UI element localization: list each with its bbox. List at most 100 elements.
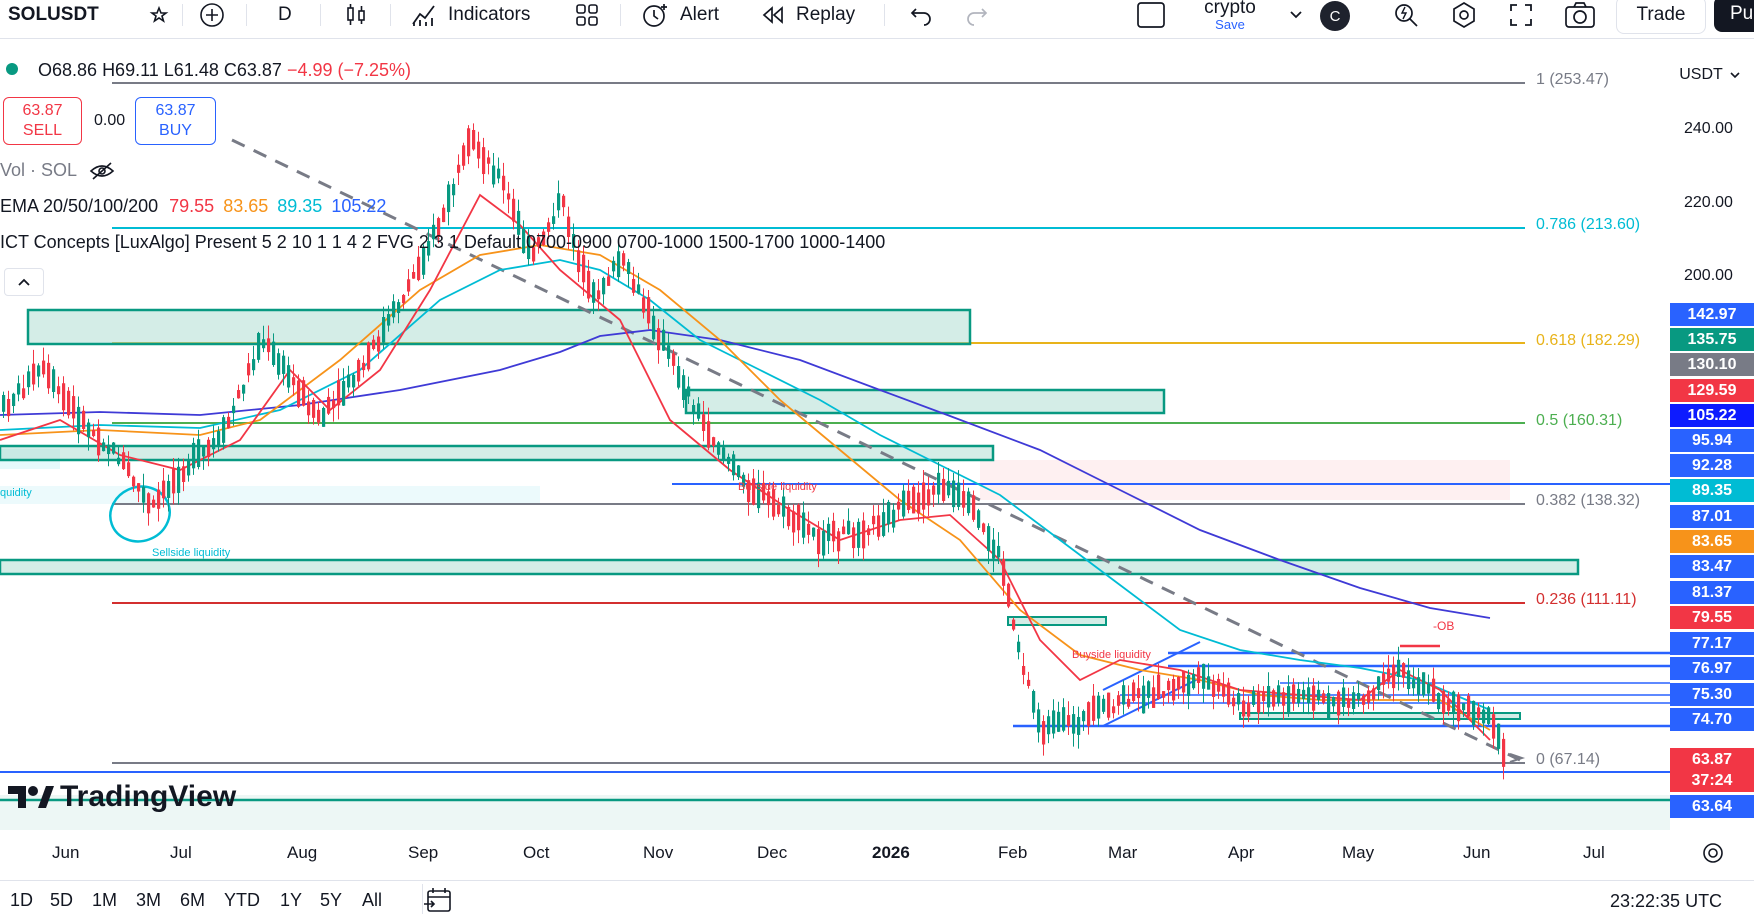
candle-body: [1422, 672, 1426, 696]
order-block-box: [1007, 616, 1107, 626]
replay-button[interactable]: Replay: [760, 0, 855, 30]
goto-date-icon[interactable]: [422, 886, 456, 921]
candle-body: [472, 129, 476, 150]
indicators-button[interactable]: Indicators: [410, 0, 530, 30]
candle-body: [587, 270, 591, 299]
ob-label: -OB: [1433, 619, 1454, 633]
range-button[interactable]: 1D: [10, 890, 33, 911]
candle-body: [1062, 707, 1066, 731]
alert-button[interactable]: Alert: [640, 0, 719, 30]
candle-body: [467, 128, 471, 157]
candle-body: [1082, 711, 1086, 722]
candle-body: [1267, 686, 1271, 708]
layout-save-label: Save: [1215, 17, 1245, 32]
range-button[interactable]: All: [362, 890, 382, 911]
range-button[interactable]: 3M: [136, 890, 161, 911]
undo-icon[interactable]: [908, 0, 934, 30]
candle-body: [317, 409, 321, 423]
candle-body: [402, 294, 406, 304]
buyside-liquidity-label-2: Buyside liquidity: [1072, 649, 1151, 661]
candle-body: [372, 339, 376, 349]
candle-body: [237, 390, 241, 399]
layout-save-button[interactable]: crypto Save: [1198, 0, 1262, 32]
ohlc-legend: O68.86 H69.11 L61.48 C63.87 −4.99 (−7.25…: [38, 60, 411, 81]
range-button[interactable]: 1Y: [280, 890, 302, 911]
candle-body: [732, 454, 736, 476]
price-axis-label: 130.10: [1670, 353, 1754, 376]
snapshot-camera-icon[interactable]: [1564, 0, 1596, 30]
favorite-icon[interactable]: [147, 0, 171, 30]
time-axis-label: Nov: [643, 843, 674, 862]
ema50-value: 83.65: [223, 196, 269, 216]
candle-body: [217, 431, 221, 446]
hidden-eye-icon[interactable]: [89, 161, 115, 181]
volume-legend[interactable]: Vol · SOL: [0, 160, 115, 181]
candle-body: [1467, 695, 1471, 717]
candle-body: [817, 529, 821, 555]
candle-body: [1482, 709, 1486, 724]
range-button[interactable]: 5Y: [320, 890, 342, 911]
fullscreen-icon[interactable]: [1508, 0, 1534, 30]
collapse-legend-button[interactable]: [4, 268, 44, 296]
candle-body: [1492, 714, 1496, 739]
symbol-name: SOLUSDT: [8, 4, 99, 25]
tradingview-logo[interactable]: TradingView: [8, 780, 236, 814]
candle-body: [1217, 678, 1221, 692]
sell-button[interactable]: 63.87 SELL: [3, 97, 82, 145]
range-button[interactable]: 5D: [50, 890, 73, 911]
interval-button[interactable]: D: [278, 0, 292, 30]
templates-icon[interactable]: [574, 0, 600, 30]
candle-body: [1312, 685, 1316, 711]
range-button[interactable]: 1M: [92, 890, 117, 911]
candle-body: [577, 250, 581, 273]
candle-body: [1032, 691, 1036, 713]
candle-body: [397, 302, 401, 314]
candle-body: [1427, 683, 1431, 694]
layout-icon[interactable]: [1136, 0, 1166, 30]
ema-legend[interactable]: EMA 20/50/100/200 79.55 83.65 89.35 105.…: [0, 196, 386, 217]
candle-body: [812, 527, 816, 537]
layout-name: crypto: [1204, 0, 1256, 18]
candle-body: [1337, 691, 1341, 716]
candle-body: [552, 216, 556, 224]
candle-body: [792, 511, 796, 533]
candle-body: [232, 405, 236, 414]
candle-body: [392, 301, 396, 318]
price-axis-label: 74.70: [1670, 708, 1754, 731]
candle-body: [1067, 715, 1071, 726]
price-axis-label: 89.35: [1670, 479, 1754, 502]
candle-body: [1077, 716, 1081, 735]
trade-button[interactable]: Trade: [1616, 0, 1706, 34]
candle-body: [172, 467, 176, 494]
candle-body: [657, 328, 661, 351]
layout-menu-chevron-icon[interactable]: [1288, 0, 1304, 30]
price-axis-label: 81.37: [1670, 581, 1754, 604]
quick-search-icon[interactable]: [1392, 0, 1420, 30]
currency-selector[interactable]: USDT: [1672, 62, 1748, 88]
candle-body: [1112, 706, 1116, 714]
candle-body: [902, 490, 906, 517]
price-chart[interactable]: Buyside liquidity Buyside liquidity Sell…: [0, 40, 1670, 830]
alert-label: Alert: [680, 4, 720, 25]
sellside-liquidity-zone: [0, 486, 540, 504]
candle-body: [1477, 707, 1481, 718]
buy-button[interactable]: 63.87 BUY: [135, 97, 216, 145]
time-axis-settings-icon[interactable]: [1700, 840, 1726, 871]
candle-body: [42, 360, 46, 375]
ict-legend[interactable]: ICT Concepts [LuxAlgo] Present 5 2 10 1 …: [0, 232, 885, 253]
candle-body: [267, 338, 271, 353]
candle-body: [1227, 682, 1231, 705]
avatar[interactable]: C: [1320, 1, 1350, 31]
range-button[interactable]: YTD: [224, 890, 260, 911]
candle-body: [1052, 710, 1056, 734]
candle-body: [362, 362, 366, 371]
redo-icon[interactable]: [964, 0, 990, 30]
compare-add-icon[interactable]: [198, 0, 226, 30]
settings-gear-icon[interactable]: [1450, 0, 1478, 30]
candle-body: [1472, 700, 1476, 726]
range-button[interactable]: 6M: [180, 890, 205, 911]
symbol-search[interactable]: SOLUSDT: [8, 0, 99, 30]
publish-button[interactable]: Pu: [1714, 0, 1754, 32]
candle-style-icon[interactable]: [344, 0, 368, 30]
tradingview-logo-icon: [8, 786, 54, 808]
